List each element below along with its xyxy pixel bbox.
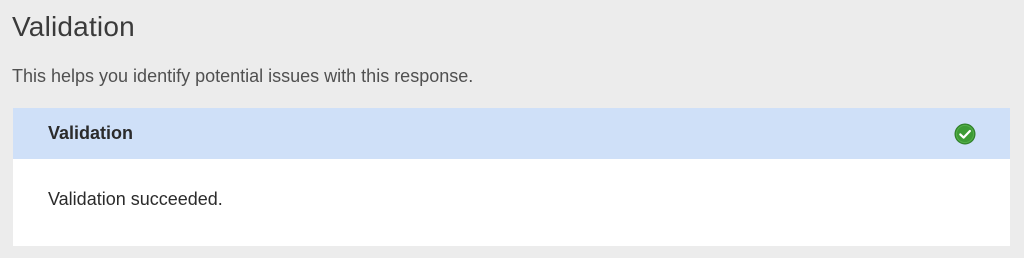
- section-title: Validation: [12, 11, 135, 42]
- validation-panel-body: Validation succeeded.: [13, 159, 1010, 211]
- validation-message: Validation succeeded.: [48, 189, 223, 209]
- check-circle-icon: [954, 123, 976, 144]
- validation-panel-header[interactable]: Validation: [13, 108, 1010, 159]
- validation-panel: Validation Validation succeeded.: [13, 108, 1010, 246]
- validation-panel-title: Validation: [48, 123, 134, 143]
- section-description: This helps you identify potential issues…: [12, 66, 474, 86]
